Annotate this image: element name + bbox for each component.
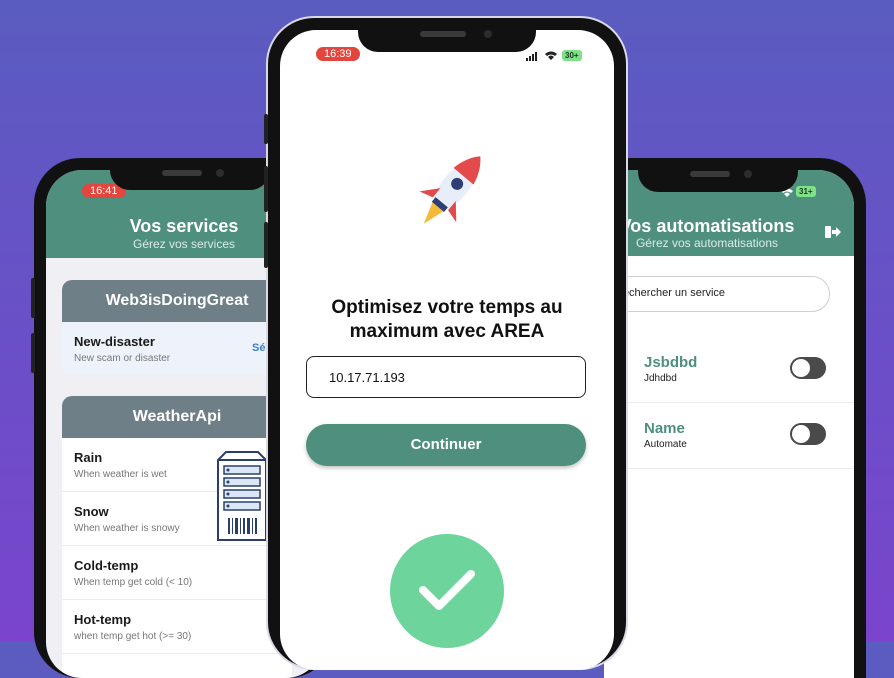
- success-badge: [390, 534, 504, 648]
- service-item-desc: When temp get cold (< 10): [74, 577, 193, 588]
- service-card-title: WeatherApi: [62, 396, 292, 438]
- automation-row[interactable]: Name Automate: [604, 404, 854, 469]
- service-card-web3: Web3isDoingGreat New-disaster New scam o…: [62, 280, 292, 374]
- service-item-desc: When weather is snowy: [74, 523, 180, 534]
- automation-toggle[interactable]: [790, 357, 826, 379]
- logout-icon[interactable]: [825, 225, 841, 239]
- side-button: [264, 114, 268, 144]
- service-item-desc: New scam or disaster: [74, 353, 171, 364]
- side-button: [31, 333, 35, 373]
- login-screen: 16:39 30+ Optimisez votre temps au maxim…: [280, 30, 614, 670]
- service-item-name: New-disaster: [74, 334, 155, 349]
- service-item[interactable]: Cold-temp When temp get cold (< 10): [62, 546, 292, 600]
- service-item-name: Rain: [74, 450, 103, 465]
- headline: Optimisez votre temps au maximum avec AR…: [331, 297, 563, 342]
- automation-desc: Jdhdbd: [644, 373, 677, 384]
- automations-screen: 1 Vos automatisations Gérez vos automati…: [604, 170, 854, 678]
- service-item[interactable]: New-disaster New scam or disaster Sélect: [62, 322, 292, 374]
- battery-icon: 30+: [562, 50, 582, 61]
- service-card-title: Web3isDoingGreat: [62, 280, 292, 322]
- automation-row[interactable]: Jsbdbd Jdhdbd: [604, 338, 854, 403]
- service-item-name: Hot-temp: [74, 612, 132, 627]
- continue-button[interactable]: Continuer: [306, 424, 586, 466]
- service-item-desc: When weather is wet: [74, 469, 167, 480]
- battery-icon: 31+: [796, 186, 816, 197]
- side-button: [31, 278, 35, 318]
- signal-icon: [526, 52, 537, 61]
- search-input[interactable]: Rechercher un service: [604, 276, 830, 312]
- rocket-icon: [419, 156, 481, 224]
- side-button: [264, 166, 268, 212]
- automation-name: Name: [644, 420, 685, 437]
- notch: [110, 158, 270, 190]
- status-time: 16:39: [316, 47, 360, 61]
- phone-automations: 1 Vos automatisations Gérez vos automati…: [604, 158, 866, 678]
- service-item-name: Snow: [74, 504, 109, 519]
- server-ip-value: 10.17.71.193: [329, 370, 405, 385]
- automation-name: Jsbdbd: [644, 354, 698, 371]
- server-icon: [217, 451, 267, 541]
- search-placeholder: Rechercher un service: [615, 287, 726, 299]
- service-item-desc: when temp get hot (>= 30): [74, 631, 192, 642]
- service-item[interactable]: Hot-temp when temp get hot (>= 30): [62, 600, 292, 654]
- automation-toggle[interactable]: [790, 423, 826, 445]
- phone-login: 16:39 30+ Optimisez votre temps au maxim…: [264, 18, 626, 670]
- server-ip-input[interactable]: 10.17.71.193: [306, 356, 586, 398]
- notch: [358, 18, 536, 52]
- service-item-name: Cold-temp: [74, 558, 139, 573]
- checkmark-icon: [419, 570, 475, 610]
- wifi-icon: [545, 51, 557, 60]
- notch: [638, 158, 798, 192]
- side-button: [264, 222, 268, 268]
- page-title: Vos automatisations: [619, 216, 795, 236]
- page-subtitle: Gérez vos automatisations: [635, 236, 779, 250]
- automation-desc: Automate: [644, 439, 687, 450]
